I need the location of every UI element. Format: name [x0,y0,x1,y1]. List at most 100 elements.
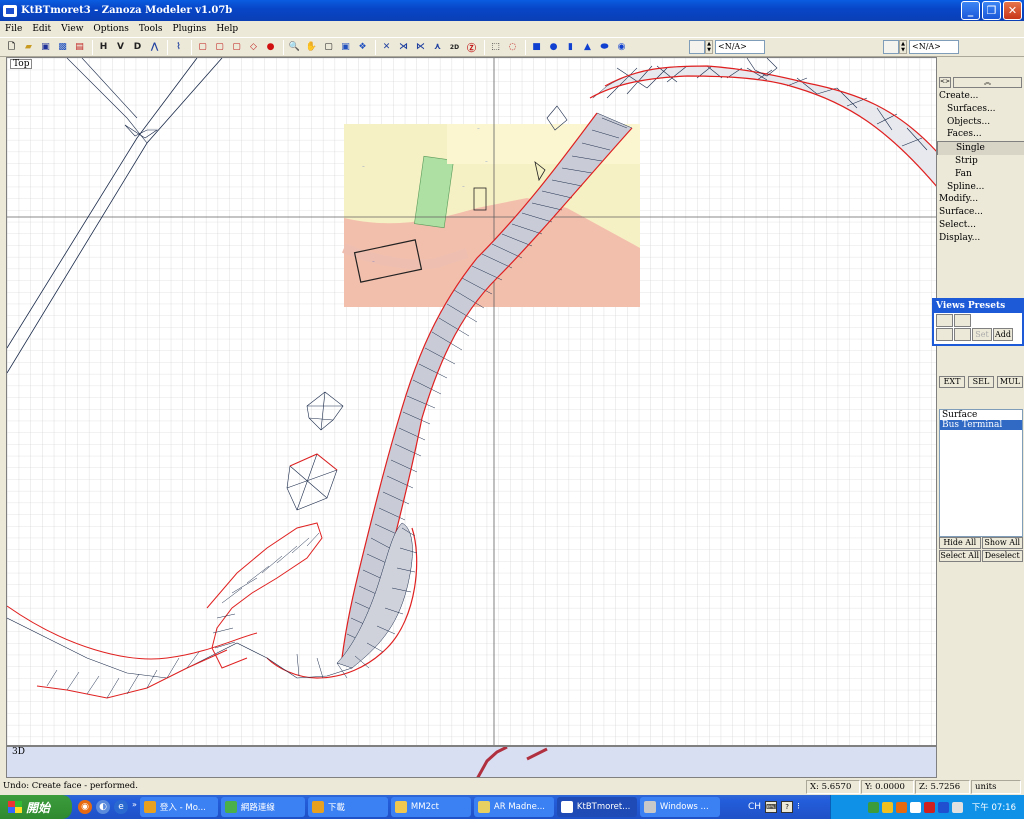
cylinder-primitive-icon[interactable]: ▮ [563,40,578,55]
spinner-field[interactable] [883,40,899,54]
spinner-field[interactable] [689,40,705,54]
pan-hand-icon[interactable]: ✋ [304,40,319,55]
zoom-icon[interactable]: 🔍 [287,40,302,55]
firefox-icon[interactable]: ◉ [78,800,92,814]
tree-item-strip[interactable]: Strip [937,155,1024,168]
snap-tool-icon[interactable]: ⋉ [413,40,428,55]
2d-3d-icon[interactable]: 2D [447,40,462,55]
list-item[interactable]: Bus Terminal [940,420,1022,430]
clock[interactable]: 下午 07:16 [972,801,1016,813]
tree-item-objects[interactable]: Objects... [937,116,1024,129]
new-file-icon[interactable]: 🗋 [4,40,19,55]
tree-item-modify[interactable]: Modify... [937,193,1024,206]
connection-tray-icon[interactable] [951,801,963,813]
language-bar[interactable]: CH ⌨ ? ⁝ [748,797,800,817]
volume-tray-icon[interactable] [909,801,921,813]
select-all-button[interactable]: Select All [939,550,981,562]
tree-item-faces[interactable]: Faces... [937,128,1024,141]
top-viewport[interactable]: Top ~ ~ ~ ~ ~ [6,57,937,746]
menu-tools[interactable]: Tools [134,24,168,34]
menu-view[interactable]: View [56,24,88,34]
deselect-button[interactable]: Deselect [981,550,1023,562]
menu-edit[interactable]: Edit [27,24,56,34]
path-tool-icon[interactable]: ⌇ [171,40,186,55]
tree-item-create[interactable]: Create... [937,90,1024,103]
view-depth-button[interactable]: D [130,40,145,55]
weld-tool-icon[interactable]: ⋏ [430,40,445,55]
preset-set-button[interactable]: Set [972,328,992,341]
object-list[interactable]: Surface Bus Terminal [939,409,1023,537]
help-icon[interactable]: ? [781,801,794,813]
value-spinner-left[interactable]: ▲ ▼ <N/A> [689,40,765,54]
panel-collapse-button[interactable]: ︽ [953,77,1022,88]
keyboard-icon[interactable]: ⌨ [765,801,778,813]
menu-help[interactable]: Help [211,24,243,34]
select-rect-icon[interactable]: ⬚ [488,40,503,55]
tree-item-surface[interactable]: Surface... [937,206,1024,219]
box-view-icon[interactable]: ▢ [195,40,210,55]
zoom-extents-icon[interactable]: ▢ [321,40,336,55]
value-spinner-right[interactable]: ▲ ▼ <N/A> [883,40,959,54]
vertex-tool-icon[interactable]: ✕ [379,40,394,55]
box-perspective-icon[interactable]: ◇ [246,40,261,55]
bluetooth-tray-icon[interactable] [937,801,949,813]
na-field-left[interactable]: <N/A> [715,40,765,54]
preset-slot-3[interactable] [936,328,953,341]
open-folder-icon[interactable]: ▰ [21,40,36,55]
app-tray-icon[interactable] [895,801,907,813]
zoom-window-icon[interactable]: ▣ [338,40,353,55]
options-icon[interactable]: ⁝ [797,802,800,812]
cone-primitive-icon[interactable]: ▲ [580,40,595,55]
ext-button[interactable]: EXT [939,376,965,388]
ie-icon[interactable]: e [114,800,128,814]
language-code[interactable]: CH [748,802,761,812]
3d-viewport[interactable]: 3D [6,746,937,778]
tree-item-fan[interactable]: Fan [937,168,1024,181]
edge-tool-icon[interactable]: ⋊ [396,40,411,55]
save-icon[interactable]: ▣ [38,40,53,55]
na-field-right[interactable]: <N/A> [909,40,959,54]
security-tray-icon[interactable] [881,801,893,813]
minimize-button[interactable]: _ [961,1,980,20]
tree-item-spline[interactable]: Spline... [937,181,1024,194]
quick-launch-more-icon[interactable]: » [132,800,137,814]
mesh-tool-icon[interactable]: ⋀ [147,40,162,55]
show-all-button[interactable]: Show All [981,537,1023,549]
view-horizontal-button[interactable]: H [96,40,111,55]
taskbar-item[interactable]: MM2ct [390,797,471,817]
taskbar-item[interactable]: 下載 [307,797,388,817]
viewport-canvas[interactable]: ~ ~ ~ ~ ~ [7,58,937,746]
preset-slot-1[interactable] [936,314,953,327]
box-front-icon[interactable]: ▢ [212,40,227,55]
select-circle-icon[interactable]: ◌ [505,40,520,55]
mul-button[interactable]: MUL [997,376,1023,388]
disc-primitive-icon[interactable]: ◉ [614,40,629,55]
show-desktop-icon[interactable]: ◐ [96,800,110,814]
taskbar-item[interactable]: 登入 - Mo... [139,797,218,817]
title-bar[interactable]: KtBTmoret3 - Zanoza Modeler v1.07b _ ❐ ✕ [0,0,1024,21]
tree-item-surfaces[interactable]: Surfaces... [937,103,1024,116]
taskbar-item-active[interactable]: KtBTmoret... [556,797,637,817]
menu-plugins[interactable]: Plugins [168,24,212,34]
network-tray-icon[interactable] [867,801,879,813]
zoom-all-icon[interactable]: ❖ [355,40,370,55]
menu-options[interactable]: Options [88,24,133,34]
start-button[interactable]: 開始 [0,795,72,819]
tree-item-single[interactable]: Single [937,141,1024,155]
menu-file[interactable]: File [0,24,27,34]
panel-toggle-button[interactable]: <> [939,77,951,88]
preset-add-button[interactable]: Add [993,328,1013,341]
taskbar-item[interactable]: AR Madne... [473,797,554,817]
sel-button[interactable]: SEL [968,376,994,388]
spinner-arrows-icon[interactable]: ▲ ▼ [705,40,713,54]
taskbar-item[interactable]: 網路連線 [220,797,305,817]
spinner-arrows-icon[interactable]: ▲ ▼ [899,40,907,54]
preset-slot-2[interactable] [954,314,971,327]
hide-all-button[interactable]: Hide All [939,537,981,549]
restore-button[interactable]: ❐ [982,1,1001,20]
list-item[interactable]: Surface [940,410,1022,420]
view-vertical-button[interactable]: V [113,40,128,55]
viewport-label-3d[interactable]: 3D [10,748,27,757]
tree-item-display[interactable]: Display... [937,232,1024,245]
z-axis-icon[interactable]: Ⓩ [464,40,479,55]
